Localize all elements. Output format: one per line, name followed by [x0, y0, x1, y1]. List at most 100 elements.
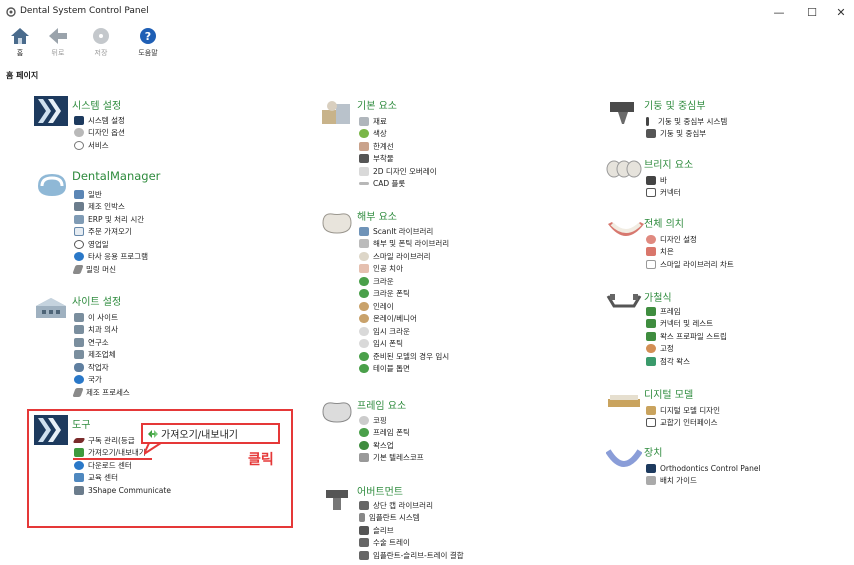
tooth-icon: [322, 213, 352, 234]
basic-elements-icon: [322, 101, 350, 124]
item-label: 인레이: [373, 301, 394, 311]
help-button[interactable]: ? 도움말: [128, 26, 168, 64]
group-title[interactable]: 사이트 설정: [72, 293, 121, 308]
list-item-onlay-veneer[interactable]: 온레이/베니어: [359, 313, 449, 326]
list-item-temp-crown[interactable]: 임시 크라운: [359, 325, 449, 338]
list-item-frame-pontic[interactable]: 프레임 폰틱: [359, 427, 424, 440]
list-item-coping[interactable]: 코핑: [359, 414, 424, 427]
list-item-waxup[interactable]: 왁스업: [359, 439, 424, 452]
list-item-connector-rest[interactable]: 커넥터 및 레스트: [646, 318, 727, 331]
document-icon: [74, 227, 84, 237]
list-item-erp[interactable]: ERP 및 처리 시간: [74, 213, 148, 226]
list-item-services[interactable]: 서비스: [74, 139, 125, 152]
list-item-scanit-library[interactable]: ScanIt 라이브러리: [359, 225, 449, 238]
list-item-color[interactable]: 색상: [359, 128, 437, 141]
item-label: 제조 프로세스: [86, 387, 130, 397]
list-item-post-core[interactable]: 기둥 및 중심부: [646, 128, 727, 141]
list-item-design-options[interactable]: 디자인 옵션: [74, 127, 125, 140]
maximize-button[interactable]: ☐: [804, 4, 820, 20]
group-title[interactable]: DentalManager: [72, 169, 160, 183]
list-item-cad-plot[interactable]: CAD 플롯: [359, 178, 437, 191]
list-item-manufacturing-inbox[interactable]: 제조 인박스: [74, 201, 148, 214]
list-item-margin-line[interactable]: 한계선: [359, 140, 437, 153]
digital-model-icon: [608, 395, 640, 407]
item-label: 작업자: [88, 362, 109, 372]
list-item-stippled-wax[interactable]: 점각 왁스: [646, 355, 727, 368]
group-title[interactable]: 전체 의치: [644, 215, 684, 230]
list-item-telescope[interactable]: 기본 텔레스코프: [359, 452, 424, 465]
minimize-button[interactable]: —: [771, 4, 787, 20]
list-item-frame[interactable]: 프레임: [646, 305, 727, 318]
bar-icon: [646, 175, 656, 185]
list-item-inlay[interactable]: 인레이: [359, 300, 449, 313]
list-item-temp-prepared-model[interactable]: 준비된 모델의 경우 임시: [359, 350, 449, 363]
disc-icon: [93, 28, 109, 44]
home-button[interactable]: 홈: [0, 26, 40, 64]
breadcrumb: 홈 페이지: [6, 71, 39, 80]
list-item-table-top[interactable]: 테이블 톱면: [359, 363, 449, 376]
list-item-lab[interactable]: 연구소: [74, 336, 130, 349]
group-title[interactable]: 브리지 요소: [644, 156, 693, 171]
list-item-top-cap-library[interactable]: 상단 캡 라이브러리: [359, 499, 464, 512]
save-button[interactable]: 저장: [81, 26, 121, 64]
list-item-2d-overlay[interactable]: 2D 디자인 오버레이: [359, 165, 437, 178]
item-label: ScanIt 라이브러리: [373, 226, 434, 236]
list-item-bar[interactable]: 바: [646, 174, 681, 187]
item-label: 왁스 프로파일 스트립: [660, 331, 727, 341]
item-label: 2D 디자인 오버레이: [373, 166, 437, 176]
list-item-attachment[interactable]: 부착물: [359, 153, 437, 166]
list-item-implant-sleeve-tray[interactable]: 임플란트-슬리브-트레이 결합: [359, 549, 464, 562]
group-title[interactable]: 프레임 요소: [357, 397, 406, 412]
list-item-sleeve[interactable]: 슬리브: [359, 524, 464, 537]
system-settings-icon: [34, 96, 68, 126]
back-button[interactable]: 뒤로: [38, 26, 78, 64]
list-item-crown-pontic[interactable]: 크라운 폰틱: [359, 288, 449, 301]
click-annotation: 클릭: [248, 452, 274, 468]
list-item-system-settings[interactable]: 시스템 설정: [74, 114, 125, 127]
list-item-operator[interactable]: 작업자: [74, 361, 130, 374]
group-title[interactable]: 해부 요소: [357, 208, 397, 223]
list-item-manufacturing-process[interactable]: 제조 프로세스: [72, 386, 130, 399]
list-item-order-import[interactable]: 주문 가져오기: [74, 226, 148, 239]
list-item-placement-guide[interactable]: 배치 가이드: [646, 475, 761, 488]
list-item-general[interactable]: 일반: [74, 188, 148, 201]
list-item-crown[interactable]: 크라운: [359, 275, 449, 288]
list-item-implant-system[interactable]: 임플란트 시스템: [359, 512, 464, 525]
list-item-wax-profile-strip[interactable]: 왁스 프로파일 스트립: [646, 330, 727, 343]
list-item-post-core-system[interactable]: 기둥 및 중심부 시스템: [646, 115, 727, 128]
group-title[interactable]: 디지털 모델: [644, 386, 693, 401]
list-item-ortho-control-panel[interactable]: Orthodontics Control Panel: [646, 462, 761, 475]
list-item-connector[interactable]: 커넥터: [646, 187, 681, 200]
list-item-business-days[interactable]: 영업일: [74, 238, 148, 251]
group-title[interactable]: 가철식: [644, 289, 672, 304]
list-item-country[interactable]: 국가: [74, 374, 130, 387]
list-item-articulator-interface[interactable]: 교합기 인터페이스: [646, 417, 720, 430]
list-item-smile-library[interactable]: 스마일 라이브러리: [359, 250, 449, 263]
list-item-manufacturer[interactable]: 제조업체: [74, 349, 130, 362]
list-item-this-site[interactable]: 이 사이트: [74, 311, 130, 324]
list-item-surgical-tray[interactable]: 수술 트레이: [359, 537, 464, 550]
list-item-digital-model-design[interactable]: 디지털 모델 디자인: [646, 404, 720, 417]
list-item-design-settings[interactable]: 디자인 설정: [646, 233, 734, 246]
list-item-smile-chart[interactable]: 스마일 라이브러리 차트: [646, 258, 734, 271]
list-item-artificial-teeth[interactable]: 인공 치아: [359, 263, 449, 276]
group-title[interactable]: 장치: [644, 444, 662, 459]
list-item-anatomy-pontic-library[interactable]: 해부 및 폰틱 라이브러리: [359, 238, 449, 251]
list-item-milling-machine[interactable]: 밀링 머신: [72, 263, 148, 276]
item-label: 준비된 모델의 경우 임시: [373, 351, 450, 361]
list-item-dentist[interactable]: 치과 의사: [74, 324, 130, 337]
close-button[interactable]: ✕: [833, 4, 849, 20]
group-title[interactable]: 기둥 및 중심부: [644, 97, 706, 112]
group-title[interactable]: 어버트먼트: [357, 483, 403, 498]
list-item-temp-pontic[interactable]: 임시 폰틱: [359, 338, 449, 351]
group-title[interactable]: 시스템 설정: [72, 97, 121, 112]
list-item-material[interactable]: 재료: [359, 115, 437, 128]
milling-icon: [72, 387, 84, 397]
clock-icon: [74, 239, 84, 249]
group-title[interactable]: 기본 요소: [357, 97, 397, 112]
item-label: 영업일: [88, 239, 109, 249]
list-item-gingiva[interactable]: 치은: [646, 246, 734, 259]
plot-icon: [359, 182, 369, 186]
list-item-third-party-apps[interactable]: 타사 응용 프로그램: [74, 251, 148, 264]
list-item-retention[interactable]: 고정: [646, 343, 727, 356]
